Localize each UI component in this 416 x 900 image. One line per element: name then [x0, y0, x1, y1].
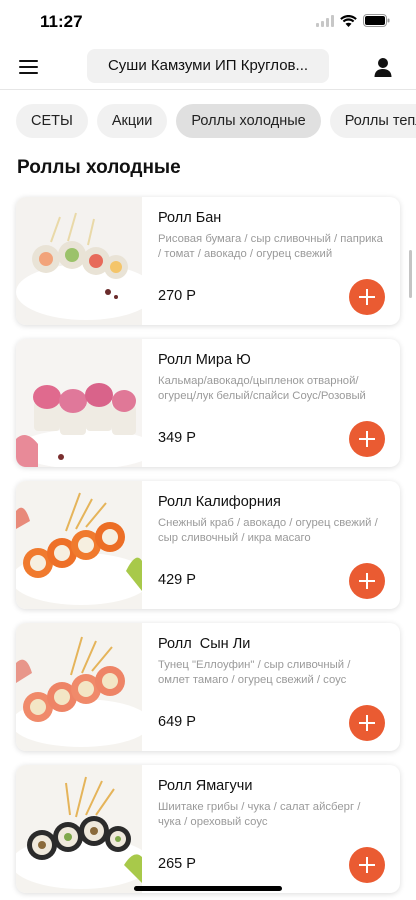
product-description: Тунец "Еллоуфин" / сыр сливочный / омлет…: [158, 659, 351, 686]
product-image: [16, 623, 142, 751]
signal-icon: [316, 14, 334, 27]
product-name: Ролл Бан: [158, 210, 222, 226]
add-to-cart-button[interactable]: [349, 421, 385, 457]
product-name: Ролл Мира Ю: [158, 352, 251, 368]
status-icons: [316, 14, 390, 27]
product-name: Ролл Калифорния: [158, 494, 281, 510]
tab-sets[interactable]: СЕТЫ: [16, 104, 88, 138]
user-icon: [374, 58, 392, 77]
section-title: Роллы холодные: [17, 157, 181, 178]
hamburger-icon-line: [19, 72, 38, 74]
scrollbar[interactable]: [409, 250, 412, 298]
category-tabs: СЕТЫАкцииРоллы холодныеРоллы теплые: [16, 104, 416, 140]
add-to-cart-button[interactable]: [349, 279, 385, 315]
profile-button[interactable]: [372, 56, 394, 78]
product-name: Ролл Ямагучи: [158, 778, 253, 794]
product-card[interactable]: Ролл Калифорния Снежный краб / авокадо /…: [16, 481, 400, 609]
add-to-cart-button[interactable]: [349, 563, 385, 599]
hamburger-icon-line: [19, 66, 38, 68]
product-price: 270 Р: [158, 288, 196, 304]
status-bar: 11:27: [0, 0, 416, 44]
product-card[interactable]: Ролл Сын Ли Тунец "Еллоуфин" / сыр сливо…: [16, 623, 400, 751]
product-card[interactable]: Ролл Мира Ю Кальмар/авокадо/цыпленок отв…: [16, 339, 400, 467]
add-to-cart-button[interactable]: [349, 705, 385, 741]
product-description: Снежный краб / авокадо / огурец свежий /…: [158, 517, 378, 544]
product-card[interactable]: Ролл Ямагучи Шиитаке грибы / чука / сала…: [16, 765, 400, 893]
product-price: 349 Р: [158, 430, 196, 446]
menu-button[interactable]: [17, 56, 41, 78]
tab-warm-rolls[interactable]: Роллы теплые: [329, 104, 416, 138]
status-time: 11:27: [40, 12, 83, 31]
product-card[interactable]: Ролл Бан Рисовая бумага / сыр сливочный …: [16, 197, 400, 325]
product-description: Кальмар/авокадо/цыпленок отварной/ огуре…: [158, 375, 366, 402]
tab-promotions[interactable]: Акции: [96, 104, 168, 138]
product-name: Ролл Сын Ли: [158, 636, 251, 652]
restaurant-title[interactable]: Суши Камзуми ИП Круглов...: [87, 49, 329, 83]
home-indicator[interactable]: [134, 886, 282, 891]
app-header: Суши Камзуми ИП Круглов...: [0, 44, 416, 90]
product-description: Шиитаке грибы / чука / салат айсберг / ч…: [158, 801, 361, 828]
tab-cold-rolls[interactable]: Роллы холодные: [176, 104, 321, 138]
product-image: [16, 339, 142, 467]
product-image: [16, 197, 142, 325]
product-price: 429 Р: [158, 572, 196, 588]
hamburger-icon-line: [19, 60, 38, 62]
battery-icon: [363, 14, 390, 27]
product-description: Рисовая бумага / сыр сливочный / паприка…: [158, 233, 383, 260]
add-to-cart-button[interactable]: [349, 847, 385, 883]
product-price: 649 Р: [158, 714, 196, 730]
wifi-icon: [340, 14, 357, 27]
product-price: 265 Р: [158, 856, 196, 872]
product-image: [16, 765, 142, 893]
product-image: [16, 481, 142, 609]
